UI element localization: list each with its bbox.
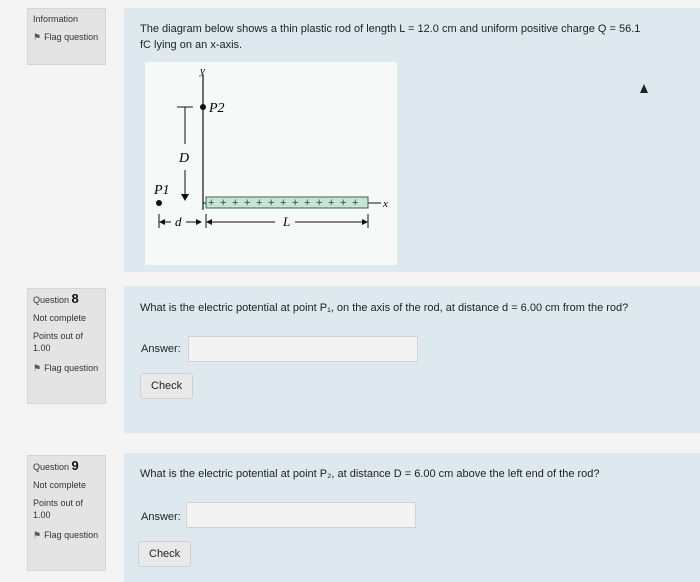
- d-lower-label: d: [175, 214, 182, 229]
- check-button[interactable]: Check: [140, 373, 194, 399]
- flag-question-label: Flag question: [44, 363, 99, 373]
- rod-diagram-svg: y P2 D P1 x + + + + + + + + + + + + + d …: [153, 65, 388, 229]
- flag-question-label: Flag question: [44, 32, 99, 42]
- question-status: Not complete: [33, 313, 87, 323]
- rod-charge: +: [220, 197, 226, 209]
- answer-input[interactable]: [186, 502, 416, 528]
- information-text: The diagram below shows a thin plastic r…: [140, 21, 640, 53]
- p1-label: P1: [153, 183, 170, 198]
- flag-question-link[interactable]: ⚑ Flag question: [33, 362, 100, 374]
- rod-charge: +: [232, 197, 238, 209]
- answer-label: Answer:: [141, 511, 181, 523]
- question-number-value: 8: [71, 291, 79, 306]
- answer-input[interactable]: [188, 336, 418, 362]
- flag-icon: ⚑: [33, 530, 42, 540]
- rod-charge: +: [304, 197, 310, 209]
- p1-point: [156, 200, 162, 206]
- points-label: Points out of: [33, 498, 84, 508]
- l-arrow-right: [362, 219, 368, 225]
- rod-charge: +: [340, 197, 346, 209]
- rod-charge: +: [316, 197, 322, 209]
- rod-charge: +: [244, 197, 250, 209]
- question-text: What is the electric potential at point …: [140, 302, 629, 314]
- rod-charge: +: [328, 197, 334, 209]
- question-8-panel: What is the electric potential at point …: [124, 286, 700, 433]
- answer-label: Answer:: [141, 343, 181, 355]
- y-axis-label: y: [199, 65, 205, 77]
- rod-diagram: y P2 D P1 x + + + + + + + + + + + + + d …: [145, 62, 397, 265]
- information-box: Information ⚑ Flag question: [27, 8, 106, 65]
- information-heading: Information: [33, 14, 79, 24]
- l-arrow-left: [206, 219, 212, 225]
- question-status: Not complete: [33, 480, 87, 490]
- question-number: Question 8: [33, 291, 100, 306]
- flag-question-label: Flag question: [44, 530, 99, 540]
- d-lower-arrow-right: [196, 219, 202, 225]
- flag-icon: ⚑: [33, 32, 42, 42]
- information-text-line1: The diagram below shows a thin plastic r…: [140, 23, 641, 35]
- question-9-panel: What is the electric potential at point …: [124, 453, 700, 582]
- flag-question-link[interactable]: ⚑ Flag question: [33, 529, 100, 541]
- points-label: Points out of: [33, 331, 84, 341]
- d-lower-arrow-left: [159, 219, 165, 225]
- rod-charge: +: [292, 197, 298, 209]
- rod-charge: +: [208, 197, 214, 209]
- information-text-line2: fC lying on an x-axis.: [140, 39, 243, 51]
- rod-charge: +: [256, 197, 262, 209]
- d-upper-arrow: [181, 194, 189, 201]
- p2-label: P2: [208, 101, 225, 116]
- rod-charge: +: [352, 197, 358, 209]
- flag-question-link[interactable]: ⚑ Flag question: [33, 31, 100, 43]
- question-text: What is the electric potential at point …: [140, 468, 600, 480]
- question-number: Question 9: [33, 458, 100, 473]
- mouse-cursor-icon: [640, 84, 648, 93]
- flag-icon: ⚑: [33, 363, 42, 373]
- rod-charge: +: [268, 197, 274, 209]
- question-number-prefix: Question: [33, 295, 70, 305]
- rod-charge: +: [280, 197, 286, 209]
- points-value: 1.00: [33, 343, 51, 353]
- p2-point: [200, 104, 206, 110]
- points-value: 1.00: [33, 510, 51, 520]
- question-9-info: Question 9 Not complete Points out of 1.…: [27, 455, 106, 571]
- question-number-prefix: Question: [33, 462, 70, 472]
- l-label: L: [282, 214, 290, 229]
- question-number-value: 9: [71, 458, 79, 473]
- x-axis-label: x: [382, 198, 388, 210]
- check-button[interactable]: Check: [138, 541, 192, 567]
- question-8-info: Question 8 Not complete Points out of 1.…: [27, 288, 106, 404]
- d-upper-label: D: [178, 151, 189, 166]
